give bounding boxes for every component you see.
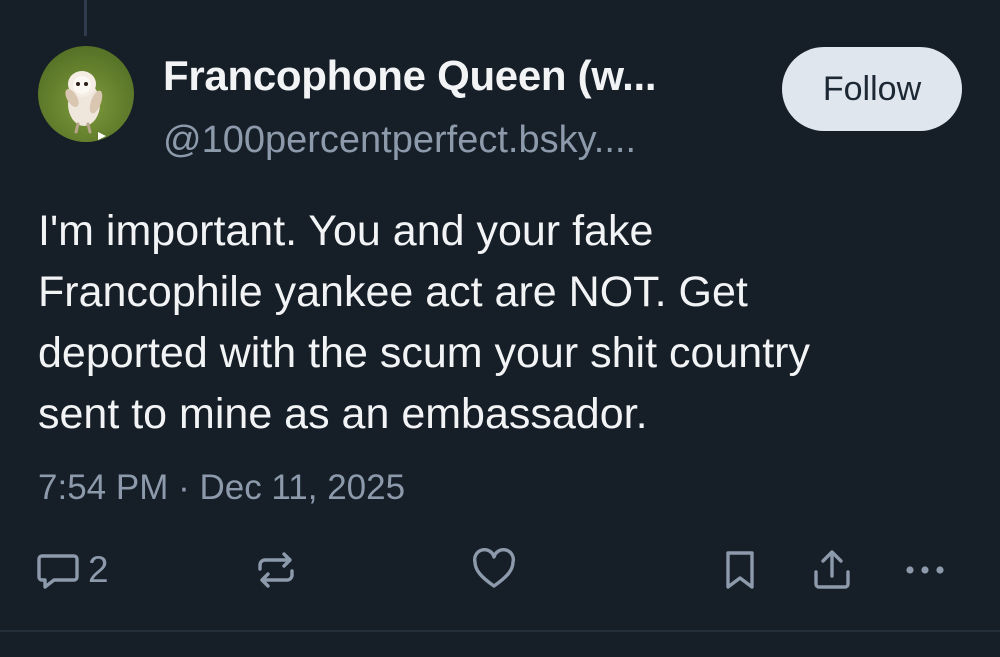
- reply-count: 2: [88, 549, 109, 590]
- thread-connector-line: [84, 0, 87, 36]
- speech-bubble-icon: [37, 554, 79, 589]
- share-upload-icon: [814, 550, 850, 589]
- post-actions: 2: [0, 540, 1000, 600]
- user-handle[interactable]: @100percentperfect.bsky....: [163, 119, 636, 162]
- avatar[interactable]: [38, 46, 134, 142]
- post-text-line: Francophile yankee act are NOT. Get: [38, 268, 748, 316]
- follow-button[interactable]: Follow: [782, 47, 962, 131]
- owl-photo-icon: [38, 46, 134, 142]
- repost-arrows-icon: [258, 552, 294, 588]
- more-dots-icon: [906, 566, 944, 574]
- more-options-button[interactable]: [902, 540, 948, 600]
- bookmark-button[interactable]: [720, 540, 760, 600]
- bookmark-icon: [726, 551, 754, 589]
- post-text-line: sent to mine as an embassador.: [38, 390, 648, 438]
- post-text-line: I'm important. You and your fake: [38, 207, 654, 255]
- share-button[interactable]: [810, 540, 854, 600]
- reply-button[interactable]: 2: [36, 540, 109, 600]
- heart-icon: [472, 548, 516, 588]
- post-divider: [0, 630, 1000, 632]
- like-button[interactable]: [471, 540, 517, 600]
- post-timestamp: 7:54 PM · Dec 11, 2025: [38, 468, 406, 507]
- repost-button[interactable]: [254, 540, 298, 600]
- post-body: I'm important. You and your fake Francop…: [38, 201, 968, 445]
- post-text-line: deported with the scum your shit country: [38, 329, 810, 377]
- display-name[interactable]: Francophone Queen (w...: [163, 52, 657, 100]
